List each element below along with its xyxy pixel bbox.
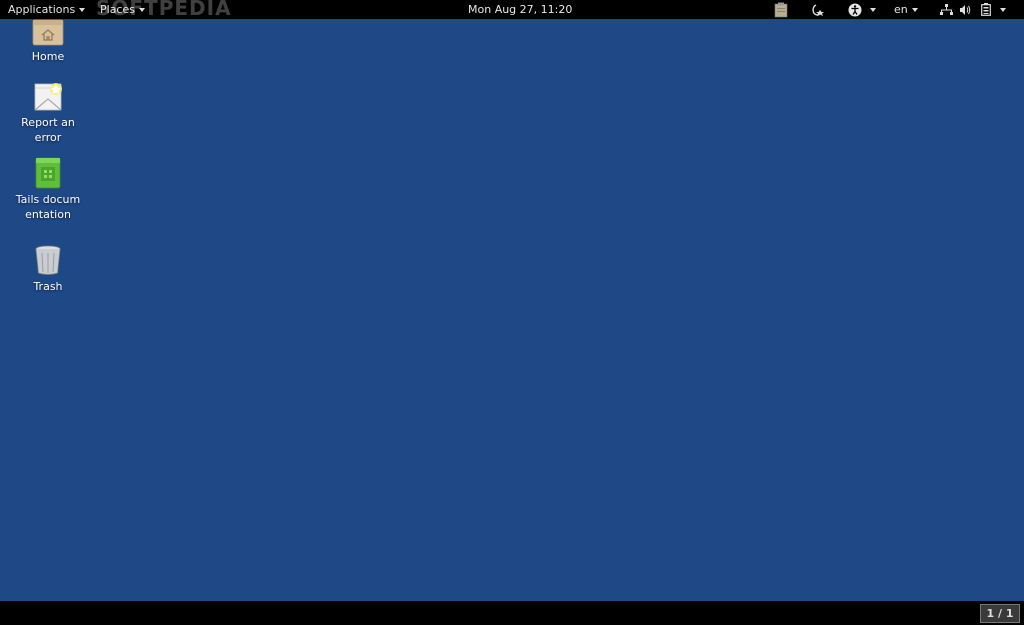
desktop-icon-home[interactable]: Home — [13, 18, 83, 64]
top-panel: SOFTPEDIA Applications Places Mon Aug 27… — [0, 0, 1024, 20]
places-menu[interactable]: Places — [100, 0, 145, 19]
chevron-down-icon — [870, 7, 876, 12]
workspace-switcher[interactable]: 1 / 1 — [980, 604, 1020, 623]
chevron-down-icon — [911, 7, 918, 12]
desktop-icon-trash[interactable]: Trash — [13, 244, 83, 294]
home-folder-icon — [32, 18, 64, 46]
desktop-icon-report-error[interactable]: Report an error — [13, 80, 83, 145]
battery-icon — [981, 3, 991, 16]
desktop-icon-label: Trash — [33, 280, 63, 293]
onion-circuit-icon[interactable] — [810, 0, 826, 19]
desktop-icon-label: Tails documentation — [15, 193, 81, 221]
applications-label: Applications — [8, 3, 76, 16]
volume-icon[interactable] — [959, 0, 971, 19]
workspace-indicator: 1 / 1 — [986, 607, 1014, 620]
applications-menu[interactable]: Applications — [8, 0, 86, 19]
clock[interactable]: Mon Aug 27, 11:20 — [468, 0, 572, 19]
accessibility-menu[interactable] — [848, 0, 876, 19]
battery-menu[interactable] — [981, 0, 1006, 19]
desktop-icon-tails-documentation[interactable]: Tails documentation — [13, 157, 83, 222]
report-error-icon — [32, 80, 64, 112]
language-label: en — [894, 3, 908, 16]
desktop-icon-label: Report an error — [21, 116, 75, 144]
chevron-down-icon — [1000, 7, 1006, 12]
network-icon[interactable] — [940, 0, 953, 19]
places-label: Places — [100, 3, 135, 16]
system-tray: en — [764, 0, 1024, 19]
chevron-down-icon — [79, 7, 86, 12]
desktop-icon-label: Home — [31, 50, 65, 63]
chevron-down-icon — [138, 7, 145, 12]
clock-label: Mon Aug 27, 11:20 — [468, 3, 573, 16]
accessibility-icon — [848, 3, 862, 16]
trash-icon — [32, 244, 64, 276]
bottom-panel: 1 / 1 — [0, 601, 1024, 625]
language-menu[interactable]: en — [894, 0, 918, 19]
clipboard-icon[interactable] — [774, 0, 788, 19]
documentation-book-icon — [32, 157, 64, 189]
